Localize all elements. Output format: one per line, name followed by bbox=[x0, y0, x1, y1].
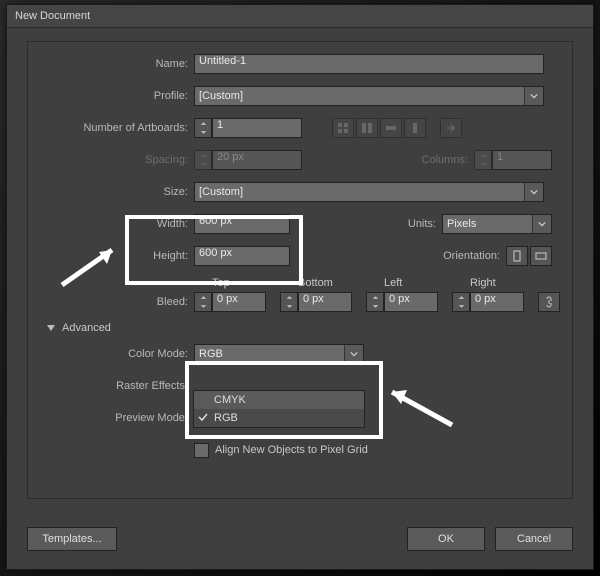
spacing-input: 20 px bbox=[212, 150, 302, 170]
orientation-label: Orientation: bbox=[420, 250, 506, 262]
color-mode-dropdown: CMYK RGB bbox=[193, 390, 365, 428]
width-label: Width: bbox=[28, 218, 194, 230]
templates-button[interactable]: Templates... bbox=[27, 527, 117, 551]
profile-select[interactable]: [Custom] bbox=[194, 86, 544, 106]
bleed-right-header: Right bbox=[470, 277, 542, 289]
units-label: Units: bbox=[386, 218, 442, 230]
chevron-down-icon bbox=[344, 345, 363, 363]
bleed-label: Bleed: bbox=[28, 296, 194, 308]
units-select[interactable]: Pixels bbox=[442, 214, 552, 234]
arrange-col-icon bbox=[404, 118, 426, 138]
name-label: Name: bbox=[28, 58, 194, 70]
size-select[interactable]: [Custom] bbox=[194, 182, 544, 202]
align-pixel-grid-label: Align New Objects to Pixel Grid bbox=[215, 444, 368, 456]
name-input[interactable]: Untitled-1 bbox=[194, 54, 544, 74]
bleed-left-stepper[interactable] bbox=[366, 292, 384, 312]
advanced-toggle[interactable]: Advanced bbox=[46, 322, 572, 334]
disclosure-triangle-icon bbox=[46, 323, 56, 333]
bleed-top-input[interactable]: 0 px bbox=[212, 292, 266, 312]
chevron-down-icon bbox=[524, 87, 543, 105]
bleed-right-stepper[interactable] bbox=[452, 292, 470, 312]
link-bleed-icon[interactable] bbox=[538, 292, 560, 312]
ok-button[interactable]: OK bbox=[407, 527, 485, 551]
direction-icon bbox=[440, 118, 462, 138]
color-mode-option-cmyk[interactable]: CMYK bbox=[194, 391, 364, 409]
columns-input: 1 bbox=[492, 150, 552, 170]
new-document-dialog: New Document Name: Untitled-1 Profile: [… bbox=[6, 4, 594, 570]
check-icon bbox=[198, 412, 208, 425]
raster-effects-label: Raster Effects: bbox=[28, 380, 194, 392]
height-input[interactable]: 600 px bbox=[194, 246, 290, 266]
bleed-left-input[interactable]: 0 px bbox=[384, 292, 438, 312]
height-label: Height: bbox=[28, 250, 194, 262]
columns-label: Columns: bbox=[398, 154, 474, 166]
color-mode-option-rgb[interactable]: RGB bbox=[194, 409, 364, 427]
chevron-down-icon bbox=[524, 183, 543, 201]
bleed-bottom-header: Bottom bbox=[298, 277, 370, 289]
bleed-top-header: Top bbox=[212, 277, 284, 289]
spacing-label: Spacing: bbox=[28, 154, 194, 166]
arrange-row-icon bbox=[380, 118, 402, 138]
artboards-stepper[interactable] bbox=[194, 118, 212, 138]
bleed-right-input[interactable]: 0 px bbox=[470, 292, 524, 312]
bleed-bottom-input[interactable]: 0 px bbox=[298, 292, 352, 312]
width-input[interactable]: 600 px bbox=[194, 214, 290, 234]
artboards-label: Number of Artboards: bbox=[28, 122, 194, 134]
dialog-panel: Name: Untitled-1 Profile: [Custom] Numbe… bbox=[27, 41, 573, 499]
orientation-landscape-icon[interactable] bbox=[530, 246, 552, 266]
bleed-bottom-stepper[interactable] bbox=[280, 292, 298, 312]
preview-mode-label: Preview Mode: bbox=[28, 412, 194, 424]
artboards-input[interactable]: 1 bbox=[212, 118, 302, 138]
cancel-button[interactable]: Cancel bbox=[495, 527, 573, 551]
columns-stepper bbox=[474, 150, 492, 170]
bleed-top-stepper[interactable] bbox=[194, 292, 212, 312]
color-mode-label: Color Mode: bbox=[28, 348, 194, 360]
align-pixel-grid-checkbox[interactable] bbox=[194, 443, 209, 458]
spacing-stepper bbox=[194, 150, 212, 170]
dialog-titlebar[interactable]: New Document bbox=[7, 5, 593, 28]
color-mode-select[interactable]: RGB bbox=[194, 344, 364, 364]
grid-by-row-icon bbox=[332, 118, 354, 138]
grid-by-col-icon bbox=[356, 118, 378, 138]
bleed-left-header: Left bbox=[384, 277, 456, 289]
chevron-down-icon bbox=[532, 215, 551, 233]
orientation-portrait-icon[interactable] bbox=[506, 246, 528, 266]
size-label: Size: bbox=[28, 186, 194, 198]
dialog-title: New Document bbox=[15, 10, 90, 22]
profile-label: Profile: bbox=[28, 90, 194, 102]
